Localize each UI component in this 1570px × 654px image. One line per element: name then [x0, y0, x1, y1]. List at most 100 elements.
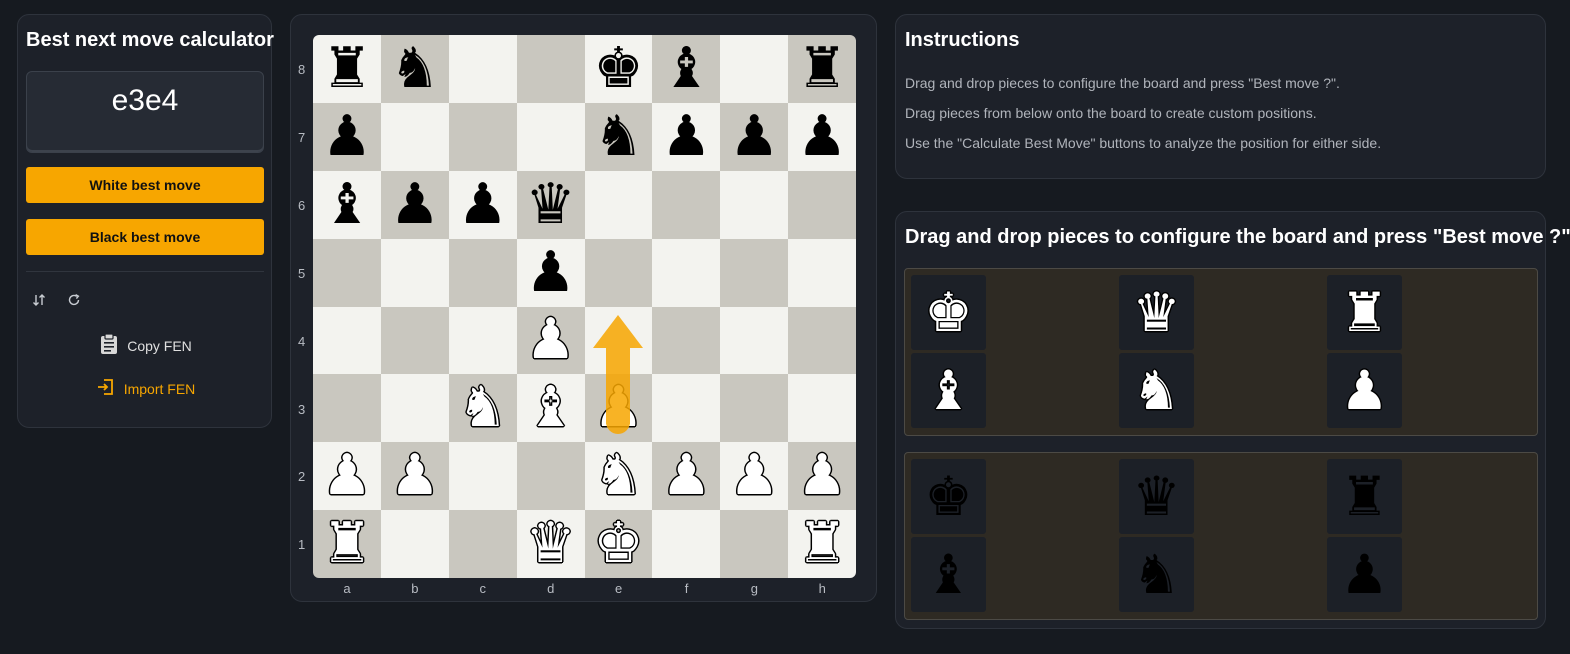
square-g5[interactable]	[720, 238, 789, 307]
black-pawn-icon[interactable]: ♟	[661, 108, 711, 165]
white-knight-icon[interactable]: ♞	[1132, 363, 1180, 418]
square-b7[interactable]	[380, 102, 449, 171]
square-f7[interactable]: ♟	[652, 102, 721, 171]
square-a6[interactable]: ♝	[313, 170, 381, 239]
black-king-icon[interactable]: ♚	[924, 469, 972, 524]
square-d3[interactable]: ♝	[516, 374, 585, 443]
square-d4[interactable]: ♟	[516, 306, 585, 375]
black-pawn-icon[interactable]: ♟	[458, 176, 508, 233]
black-pawn-icon[interactable]: ♟	[322, 108, 372, 165]
square-b8[interactable]: ♞	[380, 35, 449, 103]
palette-cell[interactable]: ♝	[911, 353, 986, 428]
square-c1[interactable]	[448, 510, 517, 578]
white-rook-icon[interactable]: ♜	[797, 516, 847, 572]
black-knight-icon[interactable]: ♞	[1132, 547, 1180, 602]
square-c2[interactable]	[448, 442, 517, 511]
square-d8[interactable]	[516, 35, 585, 103]
square-g3[interactable]	[720, 374, 789, 443]
square-d7[interactable]	[516, 102, 585, 171]
palette-cell[interactable]: ♜	[1327, 275, 1402, 350]
square-b1[interactable]	[380, 510, 449, 578]
square-a3[interactable]	[313, 374, 381, 443]
black-pawn-icon[interactable]: ♟	[729, 108, 779, 165]
chessboard[interactable]: ♜ ♞ ♚ ♝ ♜ ♟ ♞ ♟ ♟ ♟ ♝ ♟ ♟ ♛ ♟ ♟ ♞ ♝ ♟ ♟ ♟ ♞ ♟ ♟ ♟ ♜ ♛ ♚ ♜	[313, 35, 856, 578]
white-pawn-icon[interactable]: ♟	[797, 448, 847, 504]
black-bishop-icon[interactable]: ♝	[661, 40, 711, 97]
square-h3[interactable]	[788, 374, 856, 443]
palette-cell[interactable]: ♚	[911, 275, 986, 350]
square-f3[interactable]	[652, 374, 721, 443]
black-queen-icon[interactable]: ♛	[1132, 469, 1180, 524]
white-pawn-icon[interactable]: ♟	[390, 448, 440, 504]
white-rook-icon[interactable]: ♜	[1340, 285, 1388, 340]
black-bishop-icon[interactable]: ♝	[924, 547, 972, 602]
white-knight-icon[interactable]: ♞	[458, 380, 508, 436]
black-best-move-button[interactable]: Black best move	[26, 219, 264, 255]
square-e5[interactable]	[584, 238, 653, 307]
square-a7[interactable]: ♟	[313, 102, 381, 171]
square-c6[interactable]: ♟	[448, 170, 517, 239]
white-knight-icon[interactable]: ♞	[593, 448, 643, 504]
swap-vertical-icon[interactable]	[30, 291, 48, 309]
palette-cell[interactable]: ♝	[911, 537, 986, 612]
square-f6[interactable]	[652, 170, 721, 239]
square-f4[interactable]	[652, 306, 721, 375]
palette-cell[interactable]: ♞	[1119, 537, 1194, 612]
square-a2[interactable]: ♟	[313, 442, 381, 511]
black-king-icon[interactable]: ♚	[593, 40, 643, 97]
square-g2[interactable]: ♟	[720, 442, 789, 511]
square-g6[interactable]	[720, 170, 789, 239]
square-e1[interactable]: ♚	[584, 510, 653, 578]
white-bishop-icon[interactable]: ♝	[525, 380, 575, 436]
square-c3[interactable]: ♞	[448, 374, 517, 443]
black-rook-icon[interactable]: ♜	[1340, 469, 1388, 524]
square-a4[interactable]	[313, 306, 381, 375]
square-h2[interactable]: ♟	[788, 442, 856, 511]
square-c7[interactable]	[448, 102, 517, 171]
palette-cell[interactable]: ♛	[1119, 275, 1194, 350]
square-b6[interactable]: ♟	[380, 170, 449, 239]
black-bishop-icon[interactable]: ♝	[322, 176, 372, 233]
square-f8[interactable]: ♝	[652, 35, 721, 103]
square-e7[interactable]: ♞	[584, 102, 653, 171]
white-pawn-icon[interactable]: ♟	[525, 312, 575, 368]
white-rook-icon[interactable]: ♜	[322, 516, 372, 572]
white-pawn-icon[interactable]: ♟	[322, 448, 372, 504]
black-queen-icon[interactable]: ♛	[525, 176, 575, 233]
square-e4[interactable]	[584, 306, 653, 375]
square-a8[interactable]: ♜	[313, 35, 381, 103]
square-b2[interactable]: ♟	[380, 442, 449, 511]
square-b3[interactable]	[380, 374, 449, 443]
black-rook-icon[interactable]: ♜	[797, 40, 847, 97]
square-g4[interactable]	[720, 306, 789, 375]
square-h5[interactable]	[788, 238, 856, 307]
square-a5[interactable]	[313, 238, 381, 307]
white-pawn-icon[interactable]: ♟	[661, 448, 711, 504]
square-a1[interactable]: ♜	[313, 510, 381, 578]
square-g1[interactable]	[720, 510, 789, 578]
refresh-icon[interactable]	[65, 291, 83, 309]
black-knight-icon[interactable]: ♞	[593, 108, 643, 165]
import-fen-button[interactable]: Import FEN	[18, 377, 273, 400]
square-e3[interactable]: ♟	[584, 374, 653, 443]
square-d1[interactable]: ♛	[516, 510, 585, 578]
palette-cell[interactable]: ♟	[1327, 537, 1402, 612]
palette-cell[interactable]: ♜	[1327, 459, 1402, 534]
square-h8[interactable]: ♜	[788, 35, 856, 103]
white-queen-icon[interactable]: ♛	[1132, 285, 1180, 340]
square-f5[interactable]	[652, 238, 721, 307]
square-h1[interactable]: ♜	[788, 510, 856, 578]
square-e8[interactable]: ♚	[584, 35, 653, 103]
square-c5[interactable]	[448, 238, 517, 307]
black-pawn-icon[interactable]: ♟	[390, 176, 440, 233]
white-pawn-icon[interactable]: ♟	[729, 448, 779, 504]
square-b4[interactable]	[380, 306, 449, 375]
white-queen-icon[interactable]: ♛	[525, 516, 575, 572]
square-h4[interactable]	[788, 306, 856, 375]
square-g8[interactable]	[720, 35, 789, 103]
black-rook-icon[interactable]: ♜	[322, 40, 372, 97]
black-knight-icon[interactable]: ♞	[390, 40, 440, 97]
palette-cell[interactable]: ♚	[911, 459, 986, 534]
palette-cell[interactable]: ♞	[1119, 353, 1194, 428]
square-d2[interactable]	[516, 442, 585, 511]
